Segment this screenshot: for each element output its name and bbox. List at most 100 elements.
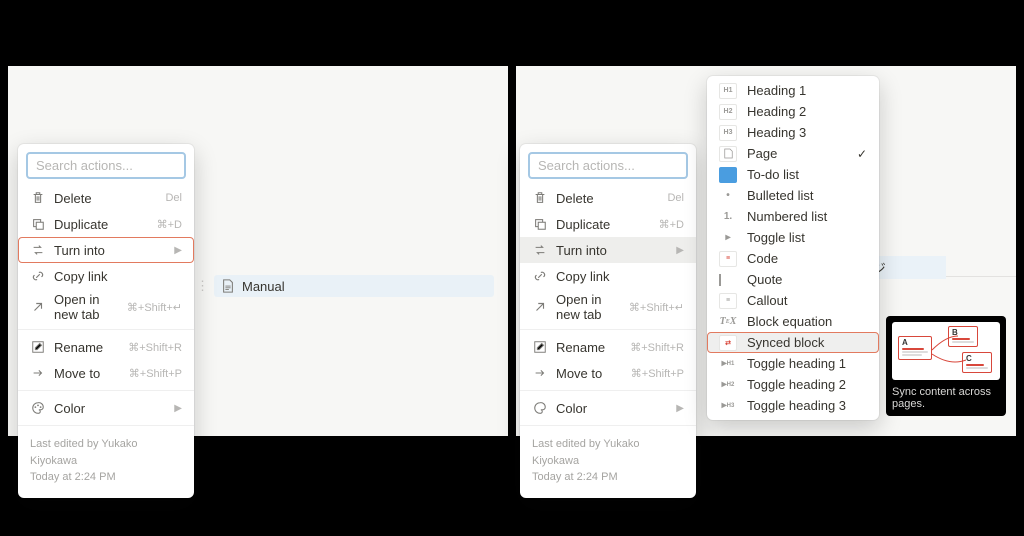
- submenu-toggle-h1[interactable]: ▸H1 Toggle heading 1: [707, 353, 879, 374]
- menu-color[interactable]: Color ▶: [520, 395, 696, 421]
- callout-icon: ≡: [719, 293, 737, 309]
- submenu-synced-block[interactable]: ⇄Synced block: [707, 332, 879, 353]
- shortcut: ⌘+Shift+↵: [629, 301, 684, 314]
- menu-label: Duplicate: [54, 217, 149, 232]
- shortcut: ⌘+Shift+P: [631, 367, 684, 380]
- tooltip-text: Sync content across pages.: [892, 386, 1000, 410]
- submenu-label: Bulleted list: [747, 188, 813, 203]
- bullet-icon: •: [719, 188, 737, 204]
- submenu-label: Block equation: [747, 314, 832, 329]
- shortcut: Del: [667, 192, 684, 204]
- submenu-block-equation[interactable]: TEX Block equation: [707, 311, 879, 332]
- search-actions-input[interactable]: [36, 158, 176, 173]
- shortcut: ⌘+Shift+R: [128, 341, 182, 354]
- submenu-label: Heading 3: [747, 125, 806, 140]
- submenu-label: To-do list: [747, 167, 799, 182]
- menu-move-to[interactable]: Move to ⌘+Shift+P: [18, 360, 194, 386]
- rename-icon: [532, 339, 548, 355]
- shortcut: Del: [165, 192, 182, 204]
- menu-label: Turn into: [54, 243, 166, 258]
- menu-label: Turn into: [556, 243, 668, 258]
- menu-move-to[interactable]: Move to ⌘+Shift+P: [520, 360, 696, 386]
- submenu-callout[interactable]: ≡Callout: [707, 290, 879, 311]
- page-block[interactable]: Manual: [214, 275, 494, 297]
- synced-icon: ⇄: [719, 335, 737, 351]
- menu-delete[interactable]: Delete Del: [520, 185, 696, 211]
- toggle-h2-icon: ▸H2: [719, 377, 737, 393]
- submenu-bulleted[interactable]: • Bulleted list: [707, 185, 879, 206]
- quote-icon: [719, 274, 737, 286]
- menu-delete[interactable]: Delete Del: [18, 185, 194, 211]
- link-icon: [532, 268, 548, 284]
- trash-icon: [532, 190, 548, 206]
- menu-label: Duplicate: [556, 217, 651, 232]
- menu-rename[interactable]: Rename ⌘+Shift+R: [18, 334, 194, 360]
- menu-duplicate[interactable]: Duplicate ⌘+D: [18, 211, 194, 237]
- menu-label: Move to: [54, 366, 121, 381]
- move-to-icon: [532, 365, 548, 381]
- page-block-title: Manual: [242, 279, 285, 294]
- submenu-toggle[interactable]: ▸Toggle list: [707, 227, 879, 248]
- search-actions-field[interactable]: [26, 152, 186, 179]
- search-actions-field[interactable]: [528, 152, 688, 179]
- divider: [18, 390, 194, 391]
- chevron-right-icon: ▶: [676, 245, 684, 256]
- menu-copy-link[interactable]: Copy link: [18, 263, 194, 289]
- shortcut: ⌘+D: [157, 218, 182, 231]
- menu-label: Rename: [54, 340, 120, 355]
- menu-copy-link[interactable]: Copy link: [520, 263, 696, 289]
- shortcut: ⌘+Shift+R: [630, 341, 684, 354]
- menu-duplicate[interactable]: Duplicate ⌘+D: [520, 211, 696, 237]
- submenu-label: Toggle heading 1: [747, 356, 846, 371]
- page-icon: [220, 278, 236, 294]
- submenu-todo[interactable]: To-do list: [707, 164, 879, 185]
- shortcut: ⌘+Shift+P: [129, 367, 182, 380]
- color-icon: [30, 400, 46, 416]
- equation-icon: TEX: [719, 314, 737, 330]
- submenu-label: Quote: [747, 272, 782, 287]
- menu-open-new-tab[interactable]: Open in new tab ⌘+Shift+↵: [520, 289, 696, 325]
- menu-rename[interactable]: Rename ⌘+Shift+R: [520, 334, 696, 360]
- submenu-label: Code: [747, 251, 778, 266]
- submenu-heading-2[interactable]: H2Heading 2: [707, 101, 879, 122]
- todo-icon: [719, 167, 737, 183]
- chevron-right-icon: ▶: [676, 403, 684, 414]
- menu-label: Copy link: [54, 269, 182, 284]
- submenu-numbered[interactable]: 1.Numbered list: [707, 206, 879, 227]
- menu-turn-into[interactable]: Turn into ▶: [520, 237, 696, 263]
- divider: [18, 329, 194, 330]
- divider: [520, 425, 696, 426]
- h1-icon: H1: [719, 83, 737, 99]
- menu-label: Move to: [556, 366, 623, 381]
- menu-footer: Last edited by Yukako Kiyokawa Today at …: [18, 430, 194, 494]
- turn-into-icon: [30, 242, 46, 258]
- divider: [18, 425, 194, 426]
- open-tab-icon: [30, 299, 46, 315]
- submenu-code[interactable]: ≡ Code: [707, 248, 879, 269]
- submenu-label: Page: [747, 146, 777, 161]
- submenu-page[interactable]: Page ✓: [707, 143, 879, 164]
- duplicate-icon: [532, 216, 548, 232]
- submenu-label: Heading 1: [747, 83, 806, 98]
- menu-open-new-tab[interactable]: Open in new tab ⌘+Shift+↵: [18, 289, 194, 325]
- check-icon: ✓: [857, 147, 867, 161]
- toggle-h1-icon: ▸H1: [719, 356, 737, 372]
- shortcut: ⌘+D: [659, 218, 684, 231]
- submenu-toggle-h2[interactable]: ▸H2Toggle heading 2: [707, 374, 879, 395]
- submenu-heading-1[interactable]: H1 Heading 1: [707, 80, 879, 101]
- submenu-toggle-h3[interactable]: ▸H3Toggle heading 3: [707, 395, 879, 416]
- menu-turn-into[interactable]: Turn into ▶: [18, 237, 194, 263]
- submenu-quote[interactable]: Quote: [707, 269, 879, 290]
- search-actions-input[interactable]: [538, 158, 678, 173]
- menu-label: Open in new tab: [556, 292, 621, 322]
- menu-label: Color: [556, 401, 668, 416]
- edited-time: Today at 2:24 PM: [30, 469, 182, 486]
- submenu-heading-3[interactable]: H3Heading 3: [707, 122, 879, 143]
- toggle-h3-icon: ▸H3: [719, 398, 737, 414]
- code-icon: ≡: [719, 251, 737, 267]
- menu-color[interactable]: Color ▶: [18, 395, 194, 421]
- menu-label: Copy link: [556, 269, 684, 284]
- menu-label: Open in new tab: [54, 292, 119, 322]
- submenu-label: Toggle list: [747, 230, 805, 245]
- block-context-menu: Delete Del Duplicate ⌘+D Turn into ▶ Cop…: [18, 144, 194, 498]
